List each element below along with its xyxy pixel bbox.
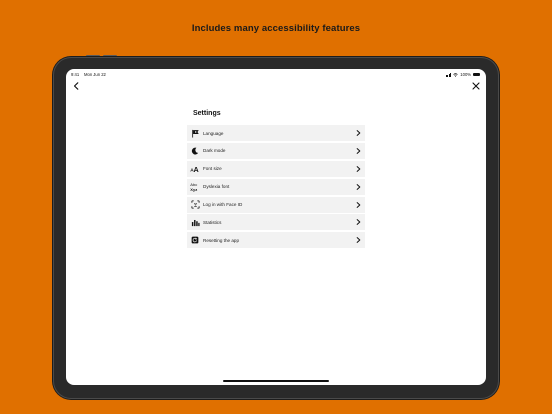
chevron-right-icon xyxy=(356,201,361,208)
chevron-right-icon xyxy=(356,183,361,190)
chevron-right-icon xyxy=(356,147,361,154)
settings-item-label: Language xyxy=(203,130,224,136)
status-date: Mon Jun 22 xyxy=(84,72,106,77)
close-button[interactable] xyxy=(471,81,481,91)
settings-item-label: Resetting the app xyxy=(203,237,240,243)
chevron-right-icon xyxy=(356,130,361,136)
bar-chart-icon xyxy=(190,217,200,227)
font-size-icon: A A xyxy=(190,164,200,174)
marketing-headline: Includes many accessibility features xyxy=(191,23,361,34)
signal-icon xyxy=(445,72,452,77)
dyslexia-font-icon: Abc Xyz xyxy=(190,182,200,192)
settings-item-label: Font size xyxy=(203,166,222,172)
chevron-right-icon xyxy=(356,237,361,244)
face-id-icon xyxy=(190,200,200,210)
close-icon xyxy=(472,82,480,90)
svg-text:A: A xyxy=(194,165,199,173)
chevron-right-icon xyxy=(356,165,361,172)
battery-percent: 100% xyxy=(460,72,471,77)
svg-text:Xyz: Xyz xyxy=(190,187,197,192)
chevron-left-icon xyxy=(73,82,79,90)
settings-item-label: Dyslexia font xyxy=(203,184,230,190)
status-time: 9:41 xyxy=(71,72,80,77)
battery-icon xyxy=(473,72,480,77)
home-indicator[interactable] xyxy=(223,380,329,382)
settings-item-dyslexia-font[interactable]: Abc Xyz Dyslexia font xyxy=(187,178,365,195)
settings-list: Language Dark mode A A Font size Abc Xyz… xyxy=(187,125,365,250)
reset-icon xyxy=(190,235,200,245)
wifi-icon xyxy=(453,72,458,77)
status-bar: 9:41 Mon Jun 22 100% xyxy=(66,69,486,79)
status-indicators: 100% xyxy=(445,72,480,77)
settings-item-font-size[interactable]: A A Font size xyxy=(187,160,365,177)
settings-item-statistics[interactable]: Statistics xyxy=(187,214,365,231)
settings-item-face-id[interactable]: Log in with Face ID xyxy=(187,196,365,213)
chevron-right-icon xyxy=(356,219,361,226)
moon-icon xyxy=(190,146,200,156)
settings-item-language[interactable]: Language xyxy=(187,125,365,141)
settings-item-label: Dark mode xyxy=(203,148,226,154)
settings-item-dark-mode[interactable]: Dark mode xyxy=(187,142,365,159)
settings-item-label: Statistics xyxy=(203,219,222,225)
flag-icon xyxy=(190,128,200,138)
back-button[interactable] xyxy=(71,81,81,91)
page-title: Settings xyxy=(193,110,221,117)
settings-item-label: Log in with Face ID xyxy=(203,202,243,208)
settings-item-reset[interactable]: Resetting the app xyxy=(187,232,365,249)
app-screen: 9:41 Mon Jun 22 100% Settings Language D… xyxy=(66,69,486,385)
